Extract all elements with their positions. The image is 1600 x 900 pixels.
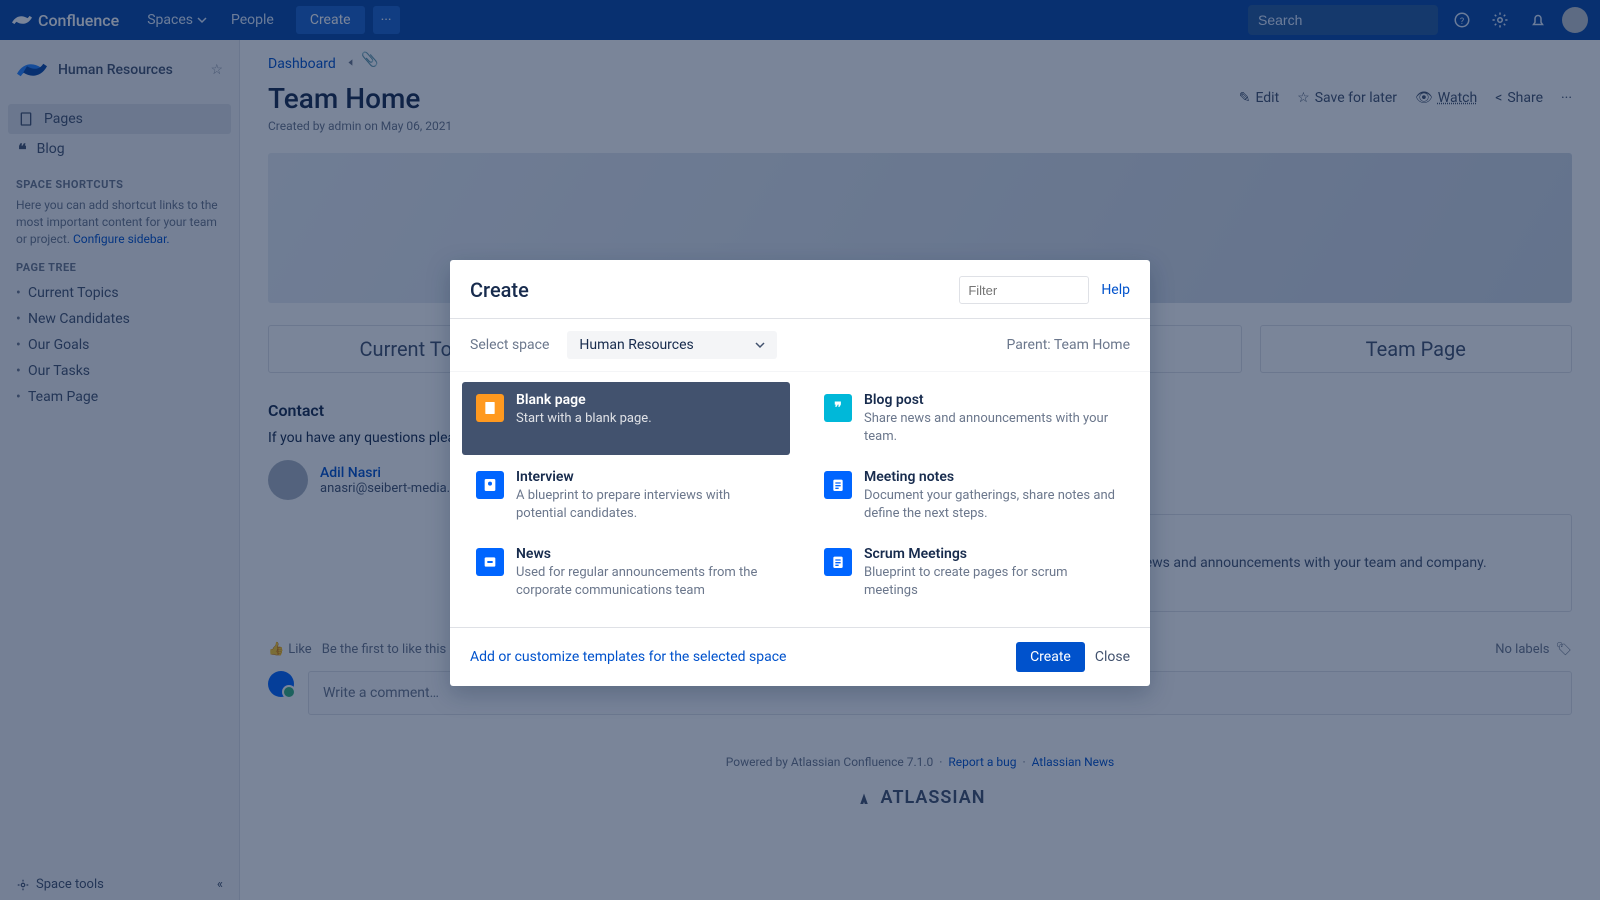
template-grid: Blank pageStart with a blank page. ❞ Blo… (450, 372, 1150, 627)
template-news[interactable]: NewsUsed for regular announcements from … (462, 536, 790, 609)
scrum-icon (824, 548, 852, 576)
template-blog-post[interactable]: ❞ Blog postShare news and announcements … (810, 382, 1138, 455)
chevron-down-icon (755, 340, 765, 350)
interview-icon (476, 471, 504, 499)
template-scrum-meetings[interactable]: Scrum MeetingsBlueprint to create pages … (810, 536, 1138, 609)
news-icon (476, 548, 504, 576)
create-dialog: Create Help Select space Human Resources… (450, 260, 1150, 686)
dialog-help-link[interactable]: Help (1101, 282, 1130, 298)
space-selector[interactable]: Human Resources (567, 331, 777, 359)
blank-page-icon (476, 394, 504, 422)
select-space-label: Select space (470, 337, 549, 353)
template-blank-page[interactable]: Blank pageStart with a blank page. (462, 382, 790, 455)
template-meeting-notes[interactable]: Meeting notesDocument your gatherings, s… (810, 459, 1138, 532)
meeting-notes-icon (824, 471, 852, 499)
template-filter-input[interactable] (959, 276, 1089, 304)
modal-overlay[interactable]: Create Help Select space Human Resources… (0, 0, 1600, 900)
template-interview[interactable]: InterviewA blueprint to prepare intervie… (462, 459, 790, 532)
parent-page-label: Parent: Team Home (1007, 337, 1130, 353)
dialog-title: Create (470, 278, 947, 302)
dialog-create-button[interactable]: Create (1016, 642, 1085, 672)
blog-post-icon: ❞ (824, 394, 852, 422)
customize-templates-link[interactable]: Add or customize templates for the selec… (470, 649, 786, 665)
dialog-close-button[interactable]: Close (1095, 649, 1130, 665)
